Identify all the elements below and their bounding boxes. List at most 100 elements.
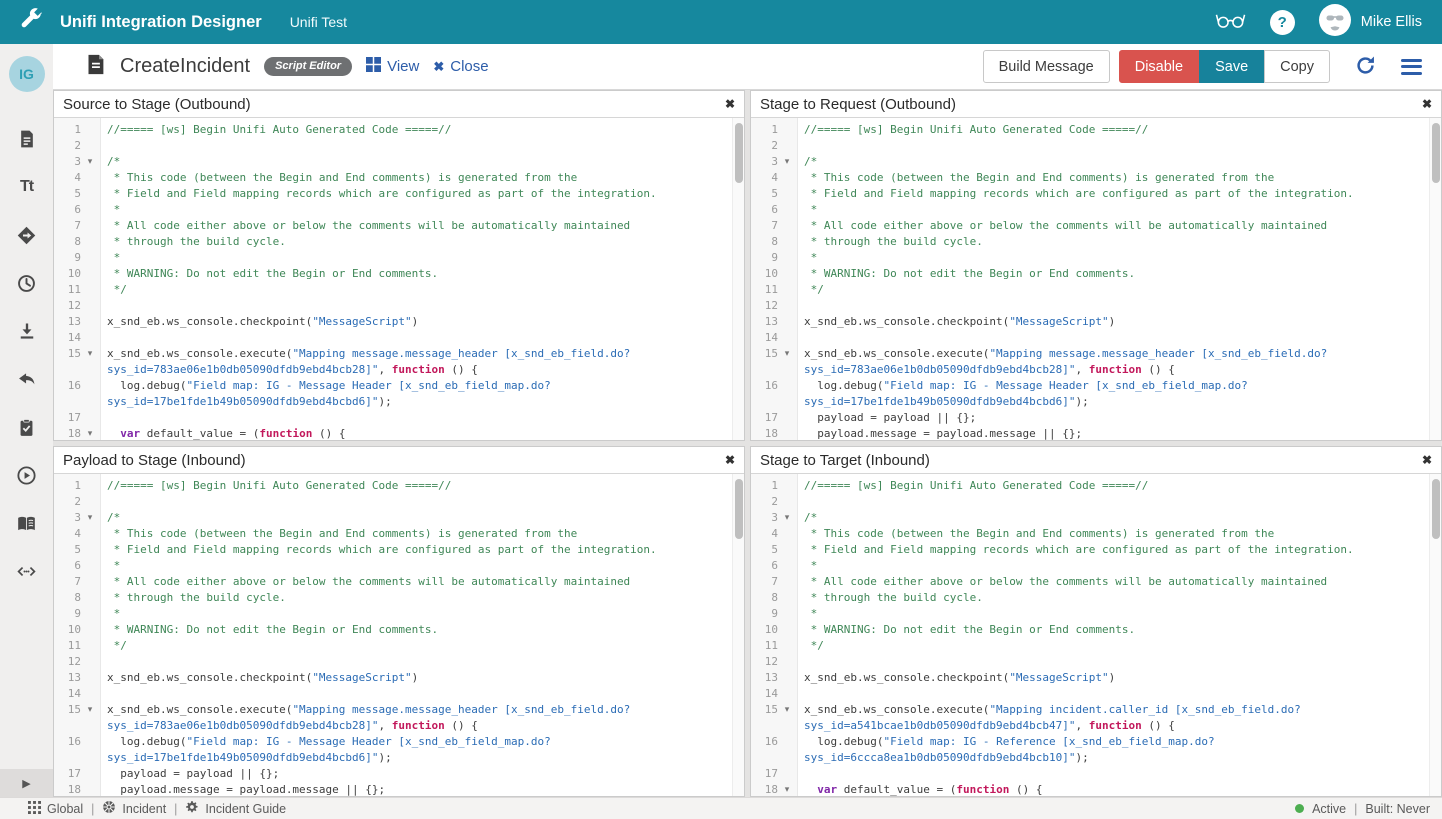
sidebar-item-directions[interactable]	[16, 224, 38, 246]
code-line: 9 *	[54, 606, 744, 622]
code-text: */	[798, 282, 1441, 298]
code-text: * All code either above or below the com…	[798, 574, 1441, 590]
line-number: 4	[751, 170, 778, 186]
copy-button[interactable]: Copy	[1264, 50, 1330, 83]
user-menu[interactable]: Mike Ellis	[1319, 4, 1422, 40]
sidebar-item-undo[interactable]	[16, 368, 38, 390]
line-number: 4	[54, 170, 81, 186]
refresh-button[interactable]	[1354, 54, 1377, 80]
code-text	[798, 330, 1441, 346]
line-number: 9	[751, 606, 778, 622]
code-line: 18 payload.message = payload.message || …	[54, 782, 744, 796]
fold-toggle-icon[interactable]: ▾	[778, 782, 796, 796]
scope-global[interactable]: Global	[28, 801, 83, 817]
close-icon[interactable]: ✖	[725, 453, 735, 467]
fold-toggle-icon[interactable]: ▾	[81, 702, 99, 734]
sidebar-item-run[interactable]	[16, 464, 38, 486]
fold-toggle-icon[interactable]: ▾	[778, 510, 796, 526]
text-format-icon: Tt	[20, 178, 33, 196]
fold-toggle-icon	[81, 622, 99, 638]
view-button[interactable]: View	[366, 57, 419, 76]
sidebar-collapse-button[interactable]: ▶	[0, 769, 53, 797]
code-line: 9 *	[751, 250, 1441, 266]
line-number: 8	[54, 590, 81, 606]
vertical-scrollbar[interactable]	[1429, 474, 1441, 796]
sidebar-item-checklist[interactable]	[16, 416, 38, 438]
fold-toggle-icon	[81, 494, 99, 510]
vertical-scrollbar[interactable]	[732, 474, 744, 796]
fold-toggle-icon[interactable]: ▾	[778, 154, 796, 170]
save-button[interactable]: Save	[1199, 50, 1264, 83]
sidebar-item-code[interactable]	[16, 560, 38, 582]
close-icon[interactable]: ✖	[1422, 453, 1432, 467]
code-text: log.debug("Field map: IG - Reference [x_…	[798, 734, 1441, 766]
avatar	[1319, 4, 1351, 40]
build-message-button[interactable]: Build Message	[983, 50, 1110, 83]
code-line: 6 *	[54, 202, 744, 218]
sidebar: IG Tt	[0, 44, 53, 797]
code-line: 12	[751, 654, 1441, 670]
brand: Unifi Integration Designer Unifi Test	[18, 7, 347, 37]
line-number: 1	[54, 478, 81, 494]
code-line: 10 * WARNING: Do not edit the Begin or E…	[54, 266, 744, 282]
close-icon[interactable]: ✖	[725, 97, 735, 111]
panel-title: Source to Stage (Outbound)	[63, 96, 251, 113]
code-line: 8 * through the build cycle.	[751, 590, 1441, 606]
sidebar-item-docs[interactable]	[16, 512, 38, 534]
code-editor[interactable]: 1//===== [ws] Begin Unifi Auto Generated…	[751, 474, 1441, 796]
breadcrumb-incident[interactable]: Incident	[102, 800, 166, 817]
scrollbar-thumb[interactable]	[1432, 479, 1440, 539]
grid-view-icon	[366, 57, 381, 76]
disable-button[interactable]: Disable	[1119, 50, 1199, 83]
close-button[interactable]: ✖ Close	[433, 58, 488, 75]
glasses-icon[interactable]	[1215, 10, 1246, 34]
scrollbar-thumb[interactable]	[735, 479, 743, 539]
code-line: 10 * WARNING: Do not edit the Begin or E…	[751, 622, 1441, 638]
fold-toggle-icon[interactable]: ▾	[778, 346, 796, 378]
sidebar-item-text-format[interactable]: Tt	[16, 176, 38, 198]
breadcrumb-incident-guide[interactable]: Incident Guide	[185, 800, 286, 817]
fold-toggle-icon[interactable]: ▾	[778, 702, 796, 734]
refresh-icon	[1354, 54, 1377, 80]
close-icon[interactable]: ✖	[1422, 97, 1432, 111]
sidebar-item-document[interactable]	[16, 128, 38, 150]
code-line: 3▾/*	[54, 510, 744, 526]
fold-toggle-icon[interactable]: ▾	[81, 346, 99, 378]
vertical-scrollbar[interactable]	[732, 118, 744, 440]
fold-toggle-icon[interactable]: ▾	[81, 510, 99, 526]
integration-avatar[interactable]: IG	[9, 56, 45, 92]
code-editor[interactable]: 1//===== [ws] Begin Unifi Auto Generated…	[751, 118, 1441, 440]
code-editor[interactable]: 1//===== [ws] Begin Unifi Auto Generated…	[54, 118, 744, 440]
fold-toggle-icon[interactable]: ▾	[81, 426, 99, 440]
code-text: x_snd_eb.ws_console.execute("Mapping mes…	[798, 346, 1441, 378]
code-line: 13x_snd_eb.ws_console.checkpoint("Messag…	[54, 670, 744, 686]
code-line: 7 * All code either above or below the c…	[751, 218, 1441, 234]
code-editor[interactable]: 1//===== [ws] Begin Unifi Auto Generated…	[54, 474, 744, 796]
code-line: 16 log.debug("Field map: IG - Message He…	[54, 378, 744, 410]
vertical-scrollbar[interactable]	[1429, 118, 1441, 440]
code-text	[101, 330, 744, 346]
line-number: 18	[751, 426, 778, 440]
fold-toggle-icon	[778, 202, 796, 218]
sidebar-item-download[interactable]	[16, 320, 38, 342]
wrench-icon[interactable]	[18, 7, 43, 37]
sidebar-item-history[interactable]	[16, 272, 38, 294]
fold-toggle-icon	[778, 734, 796, 766]
scrollbar-thumb[interactable]	[1432, 123, 1440, 183]
menu-button[interactable]	[1401, 59, 1422, 75]
line-number: 1	[751, 478, 778, 494]
code-line: 3▾/*	[751, 510, 1441, 526]
line-number: 11	[54, 282, 81, 298]
fold-toggle-icon	[81, 638, 99, 654]
line-number: 17	[751, 766, 778, 782]
code-line: 15▾x_snd_eb.ws_console.execute("Mapping …	[54, 346, 744, 378]
fold-toggle-icon[interactable]: ▾	[81, 154, 99, 170]
scrollbar-thumb[interactable]	[735, 123, 743, 183]
line-number: 11	[751, 638, 778, 654]
script-panels: Source to Stage (Outbound) ✖ 1//===== [w…	[53, 90, 1442, 797]
close-label: Close	[450, 58, 488, 75]
help-icon[interactable]: ?	[1270, 10, 1295, 35]
code-line: 5 * Field and Field mapping records whic…	[751, 186, 1441, 202]
code-line: 2	[54, 138, 744, 154]
code-line: 10 * WARNING: Do not edit the Begin or E…	[751, 266, 1441, 282]
